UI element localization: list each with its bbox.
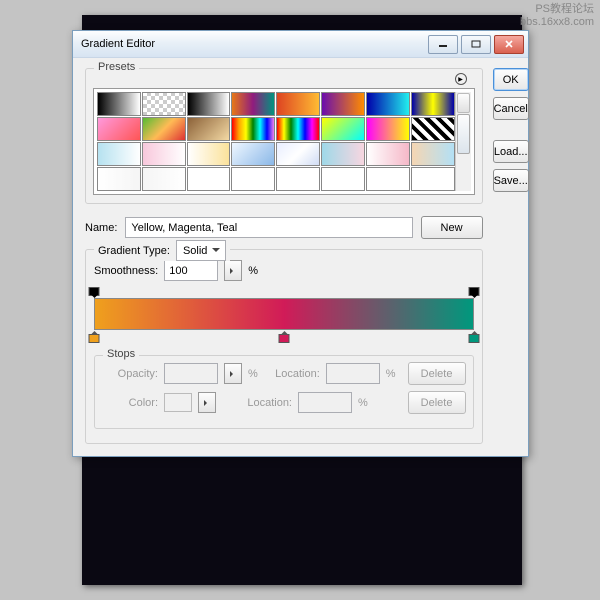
opacity-stop[interactable] [468, 287, 479, 298]
smoothness-label: Smoothness: [94, 265, 158, 277]
gradient-editor-dialog: Gradient Editor Presets ▶ Name: Yellow, … [72, 30, 529, 457]
preset-swatch[interactable] [97, 92, 141, 116]
preset-grid [97, 92, 455, 191]
preset-swatch[interactable] [411, 117, 455, 141]
preset-swatch[interactable] [411, 167, 455, 191]
minimize-button[interactable] [428, 35, 458, 54]
opacity-location-input [326, 363, 380, 384]
preset-swatch[interactable] [142, 92, 186, 116]
preset-swatch[interactable] [231, 142, 275, 166]
preset-swatch[interactable] [366, 142, 410, 166]
preset-swatch[interactable] [231, 92, 275, 116]
preset-swatch[interactable] [276, 117, 320, 141]
opacity-menu [224, 363, 242, 384]
location-label-2: Location: [236, 397, 292, 409]
gradient-type-label: Gradient Type: [98, 245, 170, 257]
preset-swatch[interactable] [231, 167, 275, 191]
preset-swatch[interactable] [366, 167, 410, 191]
presets-scrollbar[interactable] [455, 92, 471, 191]
location-label-1: Location: [264, 368, 320, 380]
window-title: Gradient Editor [81, 38, 428, 50]
gradient-type-select[interactable]: Solid [176, 240, 226, 261]
close-button[interactable] [494, 35, 524, 54]
presets-group: Presets ▶ [85, 68, 483, 204]
cancel-button[interactable]: Cancel [493, 97, 529, 120]
preset-swatch[interactable] [187, 142, 231, 166]
color-delete-button: Delete [408, 391, 466, 414]
preset-swatch[interactable] [321, 92, 365, 116]
preset-swatch[interactable] [276, 142, 320, 166]
preset-swatch[interactable] [187, 117, 231, 141]
preset-swatch[interactable] [366, 92, 410, 116]
preset-swatch[interactable] [97, 117, 141, 141]
color-location-input [298, 392, 352, 413]
color-label: Color: [102, 397, 158, 409]
preset-swatch[interactable] [97, 167, 141, 191]
titlebar[interactable]: Gradient Editor [73, 31, 528, 58]
preset-swatch[interactable] [97, 142, 141, 166]
pct-4: % [358, 397, 368, 409]
preset-swatch[interactable] [276, 167, 320, 191]
smoothness-input[interactable]: 100 [164, 260, 218, 281]
preset-swatch[interactable] [142, 142, 186, 166]
watermark-2: bbs.16xx8.com [520, 16, 594, 28]
opacity-input [164, 363, 218, 384]
maximize-button[interactable] [461, 35, 491, 54]
presets-label: Presets [94, 61, 139, 73]
stops-label: Stops [103, 348, 139, 360]
load-button[interactable]: Load... [493, 140, 529, 163]
gradient-bar[interactable] [94, 298, 474, 330]
preset-swatch[interactable] [321, 142, 365, 166]
presets-menu-icon[interactable]: ▶ [455, 73, 467, 85]
color-menu [198, 392, 216, 413]
preset-swatch[interactable] [321, 167, 365, 191]
preset-swatch[interactable] [276, 92, 320, 116]
pct-3: % [386, 368, 396, 380]
opacity-label: Opacity: [102, 368, 158, 380]
ok-button[interactable]: OK [493, 68, 529, 91]
preset-swatch[interactable] [321, 117, 365, 141]
preset-swatch[interactable] [142, 117, 186, 141]
color-stop[interactable] [89, 330, 100, 341]
preset-swatch[interactable] [231, 117, 275, 141]
preset-swatch[interactable] [142, 167, 186, 191]
save-button[interactable]: Save... [493, 169, 529, 192]
preset-swatch[interactable] [187, 167, 231, 191]
new-button[interactable]: New [421, 216, 483, 239]
stops-group: Stops Opacity: % Location: % Delete Colo… [94, 355, 474, 429]
preset-swatch[interactable] [411, 142, 455, 166]
gradient-type-group: Gradient Type: Solid Smoothness: 100 % S… [85, 249, 483, 444]
color-swatch [164, 393, 192, 412]
pct-1: % [248, 265, 258, 277]
color-stop[interactable] [468, 330, 479, 341]
opacity-delete-button: Delete [408, 362, 466, 385]
color-stop[interactable] [278, 330, 289, 341]
smoothness-menu[interactable] [224, 260, 242, 281]
name-input[interactable]: Yellow, Magenta, Teal [125, 217, 412, 238]
watermark-1: PS教程论坛 [535, 3, 594, 15]
preset-swatch[interactable] [411, 92, 455, 116]
name-label: Name: [85, 222, 117, 234]
preset-swatch[interactable] [366, 117, 410, 141]
preset-swatch[interactable] [187, 92, 231, 116]
opacity-stop[interactable] [89, 287, 100, 298]
pct-2: % [248, 368, 258, 380]
